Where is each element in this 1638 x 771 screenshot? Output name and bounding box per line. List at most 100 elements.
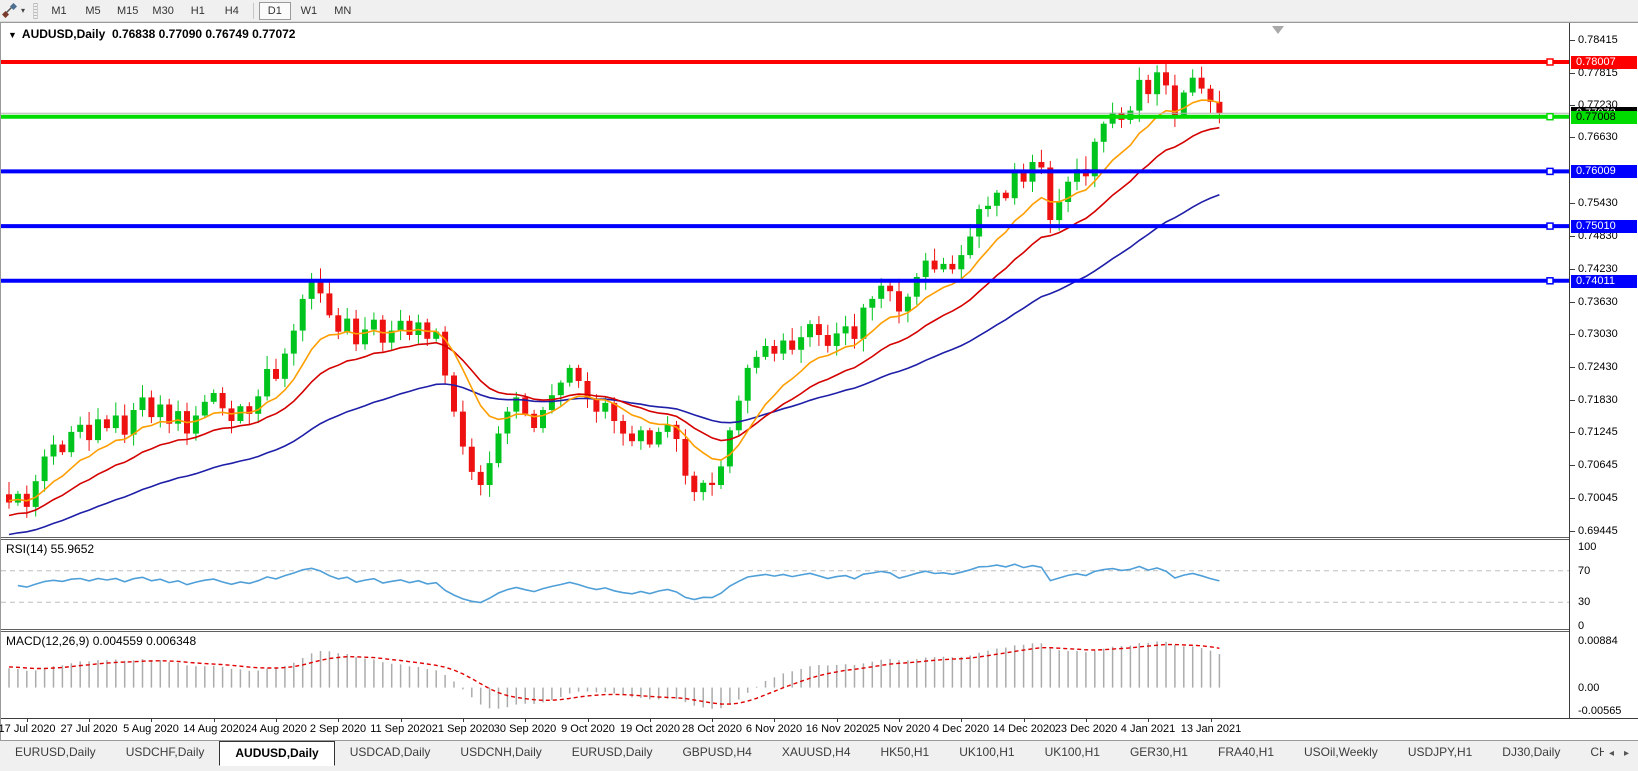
rsi-panel[interactable]: RSI(14) 55.9652 [1, 540, 1569, 629]
date-tick [27, 718, 28, 722]
date-label: 27 Jul 2020 [60, 723, 118, 735]
chart-tab-uk100-h1[interactable]: UK100,H1 [1030, 741, 1115, 766]
candlestick-plot[interactable] [1, 23, 1569, 537]
timeframe-button-mn[interactable]: MN [327, 2, 359, 20]
line-studies-tool[interactable]: ▾ [0, 1, 31, 21]
toolbar-grip[interactable] [33, 2, 39, 19]
timeframe-button-m1[interactable]: M1 [43, 2, 75, 20]
date-label: 14 Aug 2020 [183, 723, 245, 735]
autoscroll-marker-icon[interactable] [1272, 26, 1284, 34]
price-tick-label: 0.73030 [1578, 328, 1618, 340]
date-label: 6 Nov 2020 [745, 723, 803, 735]
price-tick-label: 0.69445 [1578, 525, 1618, 537]
timeframe-button-h1[interactable]: H1 [182, 2, 214, 20]
date-tick [525, 718, 526, 722]
date-tick [1086, 718, 1087, 722]
chart-tab-usdjpy-h1[interactable]: USDJPY,H1 [1393, 741, 1487, 766]
chart-tab-dj30-daily[interactable]: DJ30,Daily [1487, 741, 1575, 766]
date-label: 14 Dec 2020 [992, 723, 1056, 735]
timeframe-toolbar: ▾ M1 M5 M15 M30 H1 H4 D1 W1 MN [0, 0, 1638, 22]
date-label: 9 Oct 2020 [561, 723, 615, 735]
axis-tick [1570, 302, 1575, 303]
date-tick [1148, 718, 1149, 722]
date-tick [712, 718, 713, 722]
date-label: 11 Sep 2020 [370, 723, 432, 735]
axis-tick [1570, 334, 1575, 335]
rsi-plot[interactable] [1, 540, 1569, 629]
date-label: 21 Sep 2020 [431, 723, 495, 735]
chart-tab-uk100-h1[interactable]: UK100,H1 [944, 741, 1029, 766]
date-label: 16 Nov 2020 [805, 723, 869, 735]
price-line-badge: 0.78007 [1571, 56, 1637, 69]
axis-tick [1570, 73, 1575, 74]
main-price-chart[interactable]: ▼ AUDUSD,Daily 0.76838 0.77090 0.76749 0.… [1, 23, 1569, 537]
date-label: 24 Aug 2020 [245, 723, 307, 735]
date-tick [338, 718, 339, 722]
date-label: 4 Jan 2021 [1120, 723, 1176, 735]
tabs-scroll-right-icon[interactable]: ▸ [1619, 746, 1634, 761]
chart-tab-china300-h1[interactable]: CHINA300,H1 [1575, 741, 1604, 766]
chart-tab-gbpusd-h4[interactable]: GBPUSD,H4 [667, 741, 766, 766]
chart-dropdown-icon[interactable]: ▼ [8, 30, 17, 40]
date-label: 28 Oct 2020 [682, 723, 742, 735]
axis-tick [1570, 400, 1575, 401]
rsi-tick-label: 30 [1578, 596, 1591, 608]
chart-tab-usoil-weekly[interactable]: USOil,Weekly [1289, 741, 1393, 766]
chart-tab-usdcnh-daily[interactable]: USDCNH,Daily [445, 741, 556, 766]
tabs-scroll-left-icon[interactable]: ◂ [1604, 746, 1619, 761]
date-label: 17 Jul 2020 [0, 723, 56, 735]
timeframe-button-d1[interactable]: D1 [258, 1, 291, 20]
chart-tab-eurusd-daily[interactable]: EURUSD,Daily [557, 741, 668, 766]
chart-title: ▼ AUDUSD,Daily 0.76838 0.77090 0.76749 0.… [8, 27, 295, 41]
timeframe-button-w1[interactable]: W1 [293, 2, 325, 20]
date-tick [151, 718, 152, 722]
date-tick [650, 718, 651, 722]
axis-tick [1570, 236, 1575, 237]
time-axis[interactable]: 17 Jul 2020 27 Jul 2020 5 Aug 2020 14 Aug 2… [0, 718, 1638, 741]
rsi-label: RSI(14) 55.9652 [6, 542, 95, 556]
timeframe-button-m30[interactable]: M30 [146, 2, 179, 20]
date-label: 19 Oct 2020 [620, 723, 680, 735]
price-tick-label: 0.71245 [1578, 426, 1618, 438]
date-tick [899, 718, 900, 722]
price-tick-label: 0.70045 [1578, 492, 1618, 504]
price-tick-label: 0.73630 [1578, 296, 1618, 308]
macd-plot[interactable] [1, 632, 1569, 718]
chart-tab-usdcad-daily[interactable]: USDCAD,Daily [335, 741, 446, 766]
date-label: 2 Sep 2020 [309, 723, 367, 735]
chart-tab-xauusd-h4[interactable]: XAUUSD,H4 [767, 741, 866, 766]
macd-label: MACD(12,26,9) 0.004559 0.006348 [6, 634, 197, 648]
axis-tick [1570, 269, 1575, 270]
chart-tab-usdchf-daily[interactable]: USDCHF,Daily [111, 741, 220, 766]
timeframe-button-h4[interactable]: H4 [216, 2, 248, 20]
price-tick-label: 0.72430 [1578, 361, 1618, 373]
date-label: 25 Nov 2020 [867, 723, 931, 735]
date-label: 30 Sep 2020 [493, 723, 557, 735]
chart-tab-eurusd-daily[interactable]: EURUSD,Daily [0, 741, 111, 766]
line-studies-icon [2, 3, 17, 18]
timeframe-button-m15[interactable]: M15 [111, 2, 144, 20]
date-tick [214, 718, 215, 722]
chart-tab-hk50-h1[interactable]: HK50,H1 [866, 741, 945, 766]
chart-window: ▼ AUDUSD,Daily 0.76838 0.77090 0.76749 0.… [0, 22, 1638, 741]
chart-tab-ger30-h1[interactable]: GER30,H1 [1115, 741, 1203, 766]
date-tick [463, 718, 464, 722]
chart-tabs-bar: EURUSD,Daily USDCHF,Daily AUDUSD,Daily USDC… [0, 740, 1638, 771]
price-line-badge: 0.75010 [1571, 220, 1637, 233]
date-tick [1024, 718, 1025, 722]
timeframe-button-m5[interactable]: M5 [77, 2, 109, 20]
mt4-application: ▾ M1 M5 M15 M30 H1 H4 D1 W1 MN ▼ AUDUSD,Daily 0.… [0, 0, 1638, 771]
price-line-badge: 0.77008 [1571, 111, 1637, 124]
axis-tick [1570, 367, 1575, 368]
date-label: 5 Aug 2020 [123, 723, 179, 735]
axis-tick [1570, 465, 1575, 466]
price-axis[interactable]: 0.78415 0.77815 0.77230 0.76630 0.75430 0.748… [1569, 23, 1638, 718]
rsi-tick-label: 100 [1578, 541, 1597, 553]
date-tick [276, 718, 277, 722]
chart-tab-fra40-h1[interactable]: FRA40,H1 [1203, 741, 1289, 766]
axis-tick [1570, 203, 1575, 204]
chart-tab-audusd-daily[interactable]: AUDUSD,Daily [219, 741, 335, 766]
price-tick-label: 0.71830 [1578, 394, 1618, 406]
chart-symbol: AUDUSD,Daily [21, 27, 106, 41]
macd-panel[interactable]: MACD(12,26,9) 0.004559 0.006348 [1, 632, 1569, 718]
